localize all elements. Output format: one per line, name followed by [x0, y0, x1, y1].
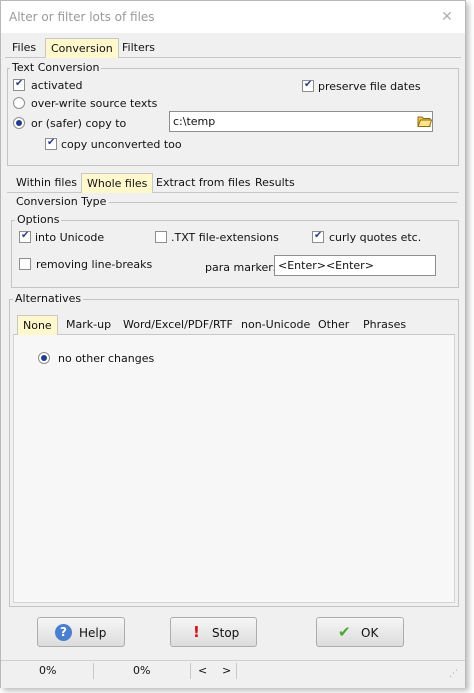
text-conversion-title: Text Conversion — [10, 61, 102, 74]
progress-1: 0% — [39, 664, 57, 677]
activated-label: activated — [31, 79, 83, 92]
close-icon[interactable]: ✕ — [437, 7, 457, 27]
tab-within-files[interactable]: Within files — [11, 173, 82, 193]
title-bar: Alter or filter lots of files ✕ — [1, 1, 465, 33]
txt-extensions-checkbox[interactable] — [155, 231, 167, 243]
checkmark-icon: ✔ — [338, 623, 351, 641]
overwrite-radio[interactable] — [13, 97, 25, 109]
tab-results[interactable]: Results — [250, 173, 300, 193]
tab-other[interactable]: Other — [313, 315, 354, 335]
overwrite-label: over-write source texts — [31, 97, 158, 110]
conversion-type-title: Conversion Type — [16, 195, 107, 208]
para-marker-input[interactable]: <Enter><Enter> — [274, 255, 436, 276]
tab-conversion[interactable]: Conversion — [45, 38, 119, 58]
status-segment-3 — [191, 663, 237, 679]
copy-to-radio[interactable] — [13, 117, 25, 129]
tab-markup[interactable]: Mark-up — [61, 315, 116, 335]
copy-to-path-input[interactable]: c:\temp — [169, 111, 433, 132]
activated-checkbox[interactable] — [13, 78, 25, 91]
help-button[interactable]: ? Help — [37, 617, 125, 647]
copy-to-label: or (safer) copy to — [31, 117, 127, 130]
alternatives-panel — [13, 335, 455, 603]
tab-none[interactable]: None — [17, 315, 58, 335]
into-unicode-label: into Unicode — [35, 231, 105, 244]
remove-line-breaks-checkbox[interactable] — [19, 258, 31, 270]
para-marker-label: para marker: — [205, 261, 277, 274]
resize-grip-icon[interactable]: ⋰ — [449, 669, 458, 679]
conversion-type-separator — [109, 202, 457, 203]
alternatives-title: Alternatives — [13, 292, 84, 305]
ok-button[interactable]: ✔ OK — [316, 617, 404, 647]
para-marker-value: <Enter><Enter> — [278, 259, 374, 272]
copy-unconverted-label: copy unconverted too — [61, 138, 182, 151]
no-other-changes-radio[interactable] — [38, 352, 50, 364]
options-title: Options — [15, 213, 62, 226]
tab-extract-from-files[interactable]: Extract from files — [151, 173, 255, 193]
help-icon: ? — [55, 624, 72, 641]
tab-filters[interactable]: Filters — [117, 38, 160, 58]
stop-icon: ! — [193, 623, 200, 641]
copy-to-path-value: c:\temp — [173, 115, 216, 128]
status-bar: 0% 0% < > ⋰ — [1, 660, 465, 688]
into-unicode-checkbox[interactable] — [19, 230, 31, 243]
help-label: Help — [79, 626, 107, 640]
copy-unconverted-checkbox[interactable] — [45, 137, 57, 150]
tab-whole-files[interactable]: Whole files — [81, 173, 154, 193]
folder-icon[interactable] — [417, 113, 433, 129]
remove-line-breaks-label: removing line-breaks — [36, 258, 153, 271]
window-title: Alter or filter lots of files — [9, 10, 155, 24]
preserve-dates-label: preserve file dates — [318, 80, 421, 93]
curly-quotes-checkbox[interactable] — [312, 230, 324, 243]
progress-2: 0% — [133, 664, 151, 677]
tab-word-excel-pdf-rtf[interactable]: Word/Excel/PDF/RTF — [118, 315, 238, 335]
no-other-changes-label: no other changes — [58, 352, 155, 365]
tab-phrases[interactable]: Phrases — [358, 315, 411, 335]
txt-extensions-label: .TXT file-extensions — [171, 231, 279, 244]
ok-label: OK — [361, 626, 379, 640]
tab-non-unicode[interactable]: non-Unicode — [236, 315, 315, 335]
preserve-dates-checkbox[interactable] — [302, 79, 314, 92]
curly-quotes-label: curly quotes etc. — [329, 231, 422, 244]
stop-label: Stop — [212, 626, 240, 640]
tab-files[interactable]: Files — [7, 38, 41, 58]
stop-button[interactable]: ! Stop — [170, 617, 257, 647]
alter-files-window: Alter or filter lots of files ✕ Files Co… — [0, 0, 466, 688]
